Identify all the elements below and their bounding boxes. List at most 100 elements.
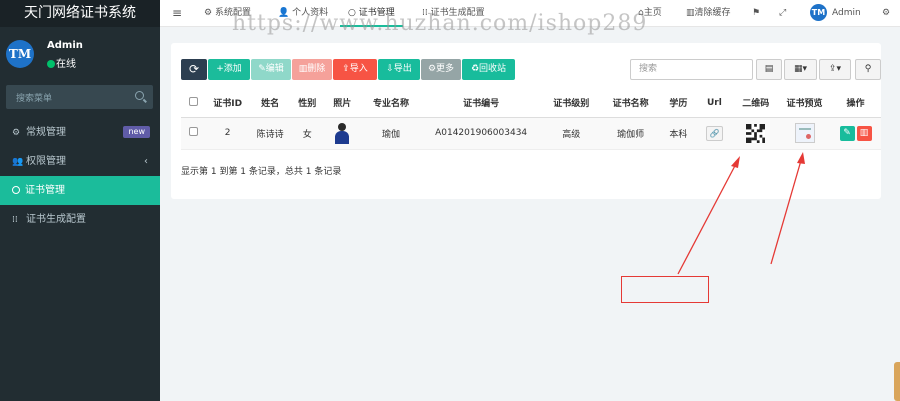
grid-icon: ⁞⁞ [12, 215, 18, 225]
avatar: TM [810, 4, 827, 21]
user-panel: TM Admin 在线 [0, 27, 160, 78]
circle-icon [12, 186, 20, 194]
certificate-table: 证书ID 姓名 性别 照片 专业名称 证书编号 证书级别 证书名称 学历 Url… [181, 89, 881, 150]
annotation-box [621, 276, 709, 303]
cell-education: 本科 [660, 117, 697, 150]
sidebar-item-label: 证书生成配置 [26, 214, 86, 225]
delete-button[interactable]: ▥删除 [292, 59, 332, 80]
clear-cache-label: 清除缓存 [694, 8, 731, 18]
add-button[interactable]: +添加 [208, 59, 250, 80]
user-name-label: Admin [832, 8, 861, 18]
certificate-preview-icon[interactable] [794, 123, 815, 143]
header-photo: 照片 [323, 89, 362, 118]
checkbox-icon[interactable] [189, 127, 199, 136]
edit-label: 编辑 [265, 64, 284, 74]
sidebar-search-placeholder: 搜索菜单 [16, 94, 53, 104]
recycle-label: 回收站 [479, 64, 507, 74]
sidebar-item-general[interactable]: ⚙ 常规管理 new [0, 118, 160, 147]
avatar: TM [6, 40, 34, 68]
trash-icon: ▥ [298, 64, 308, 74]
cell-major: 瑜伽 [361, 117, 421, 150]
link-icon[interactable]: 🔗 [705, 125, 723, 141]
gears-icon: ⚙ [12, 128, 21, 138]
row-select[interactable] [181, 117, 207, 150]
plus-icon: + [216, 64, 224, 74]
cell-cert-name: 瑜伽师 [600, 117, 661, 150]
download-icon: ⇩ [386, 64, 394, 74]
pencil-icon: ✎ [843, 127, 851, 138]
table-search-input[interactable]: 搜索 [630, 59, 753, 80]
cell-qrcode[interactable] [732, 117, 780, 150]
user-status-label: 在线 [56, 59, 76, 70]
cell-actions: ✎ ▥ [830, 117, 881, 150]
table-icon: ▤ [764, 64, 774, 74]
new-badge: new [123, 126, 150, 138]
header-cert-name: 证书名称 [600, 89, 661, 118]
cog-icon: ⚙ [427, 64, 437, 74]
columns-button[interactable]: ▦▾ [784, 59, 817, 80]
menu-toggle-icon[interactable]: ≡ [172, 0, 182, 27]
export-button[interactable]: ⇩导出 [378, 59, 420, 80]
edit-button[interactable]: ✎编辑 [251, 59, 291, 80]
translate-icon[interactable]: ⚑ [752, 0, 760, 27]
sidebar-item-label: 证书管理 [25, 185, 65, 196]
header-actions: 操作 [830, 89, 881, 118]
fullscreen-icon[interactable]: ⤢ [779, 0, 786, 27]
app-title: 天门网络证书系统 [0, 0, 160, 27]
sidebar: 天门网络证书系统 TM Admin 在线 搜索菜单 ⚙ 常规管理 new 👥 权限管… [0, 0, 160, 401]
side-tab[interactable] [894, 362, 900, 401]
edit-row-button[interactable]: ✎ [839, 125, 855, 141]
pencil-icon: ✎ [258, 64, 266, 74]
photo-thumbnail[interactable] [333, 122, 351, 144]
search-icon[interactable] [135, 91, 144, 100]
watermark: https://www.huzhan.com/ishop289 [232, 11, 648, 36]
cell-photo[interactable] [323, 117, 362, 150]
sidebar-item-label: 常规管理 [26, 127, 66, 138]
cell-gender: 女 [291, 117, 324, 150]
chevron-left-icon: ‹ [144, 156, 148, 167]
online-dot-icon [47, 60, 55, 68]
search-toggle-button[interactable]: ⚲ [855, 59, 881, 80]
cell-id: 2 [206, 117, 249, 150]
header-select-all[interactable] [181, 89, 207, 118]
settings-icon[interactable]: ⚙ [882, 0, 890, 27]
sidebar-item-cert-config[interactable]: ⁞⁞ 证书生成配置 [0, 205, 160, 234]
user-name: Admin [47, 40, 83, 51]
upload-icon: ⇪ [342, 64, 350, 74]
header-name: 姓名 [248, 89, 292, 118]
refresh-button[interactable]: ⟳ [181, 59, 207, 80]
header-education: 学历 [660, 89, 697, 118]
delete-row-button[interactable]: ▥ [856, 125, 872, 141]
header-url: Url [696, 89, 733, 118]
header-preview: 证书预览 [779, 89, 831, 118]
user-menu[interactable]: TM Admin [810, 0, 861, 27]
checkbox-icon[interactable] [189, 96, 199, 106]
cell-url[interactable]: 🔗 [696, 117, 733, 150]
table-row[interactable]: 2 陈诗诗 女 瑜伽 A014201906003434 高级 瑜伽师 本科 🔗 [181, 117, 881, 150]
trash-icon: ▥ [686, 8, 695, 18]
cell-cert-no: A014201906003434 [420, 117, 542, 150]
main-panel: ⟳ +添加 ✎编辑 ▥删除 ⇪导入 ⇩导出 ⚙更多 ♻回收站 搜索 ▤ ▦▾ ⇪… [171, 43, 881, 199]
export-type-button[interactable]: ⇪▾ [819, 59, 851, 80]
more-button[interactable]: ⚙更多 [421, 59, 461, 80]
header-major: 专业名称 [361, 89, 421, 118]
sidebar-item-permissions[interactable]: 👥 权限管理 ‹ [0, 147, 160, 176]
sidebar-item-certificates[interactable]: 证书管理 [0, 176, 160, 205]
add-label: 添加 [223, 64, 242, 74]
columns-icon: ▦▾ [793, 64, 808, 74]
sidebar-search-input[interactable]: 搜索菜单 [6, 85, 153, 109]
delete-label: 删除 [307, 64, 326, 74]
qrcode-icon[interactable] [746, 123, 766, 143]
export-label: 导出 [393, 64, 412, 74]
more-label: 更多 [436, 64, 455, 74]
sidebar-menu: ⚙ 常规管理 new 👥 权限管理 ‹ 证书管理 ⁞⁞ 证书生成配置 [0, 118, 160, 234]
import-button[interactable]: ⇪导入 [333, 59, 377, 80]
cell-level: 高级 [541, 117, 601, 150]
clear-cache-button[interactable]: ▥清除缓存 [686, 0, 731, 27]
recycle-bin-button[interactable]: ♻回收站 [462, 59, 515, 80]
table-header-row: 证书ID 姓名 性别 照片 专业名称 证书编号 证书级别 证书名称 学历 Url… [181, 89, 881, 118]
header-id[interactable]: 证书ID [206, 89, 249, 118]
sidebar-item-label: 权限管理 [26, 156, 66, 167]
toggle-view-button[interactable]: ▤ [756, 59, 782, 80]
cell-preview[interactable] [779, 117, 831, 150]
